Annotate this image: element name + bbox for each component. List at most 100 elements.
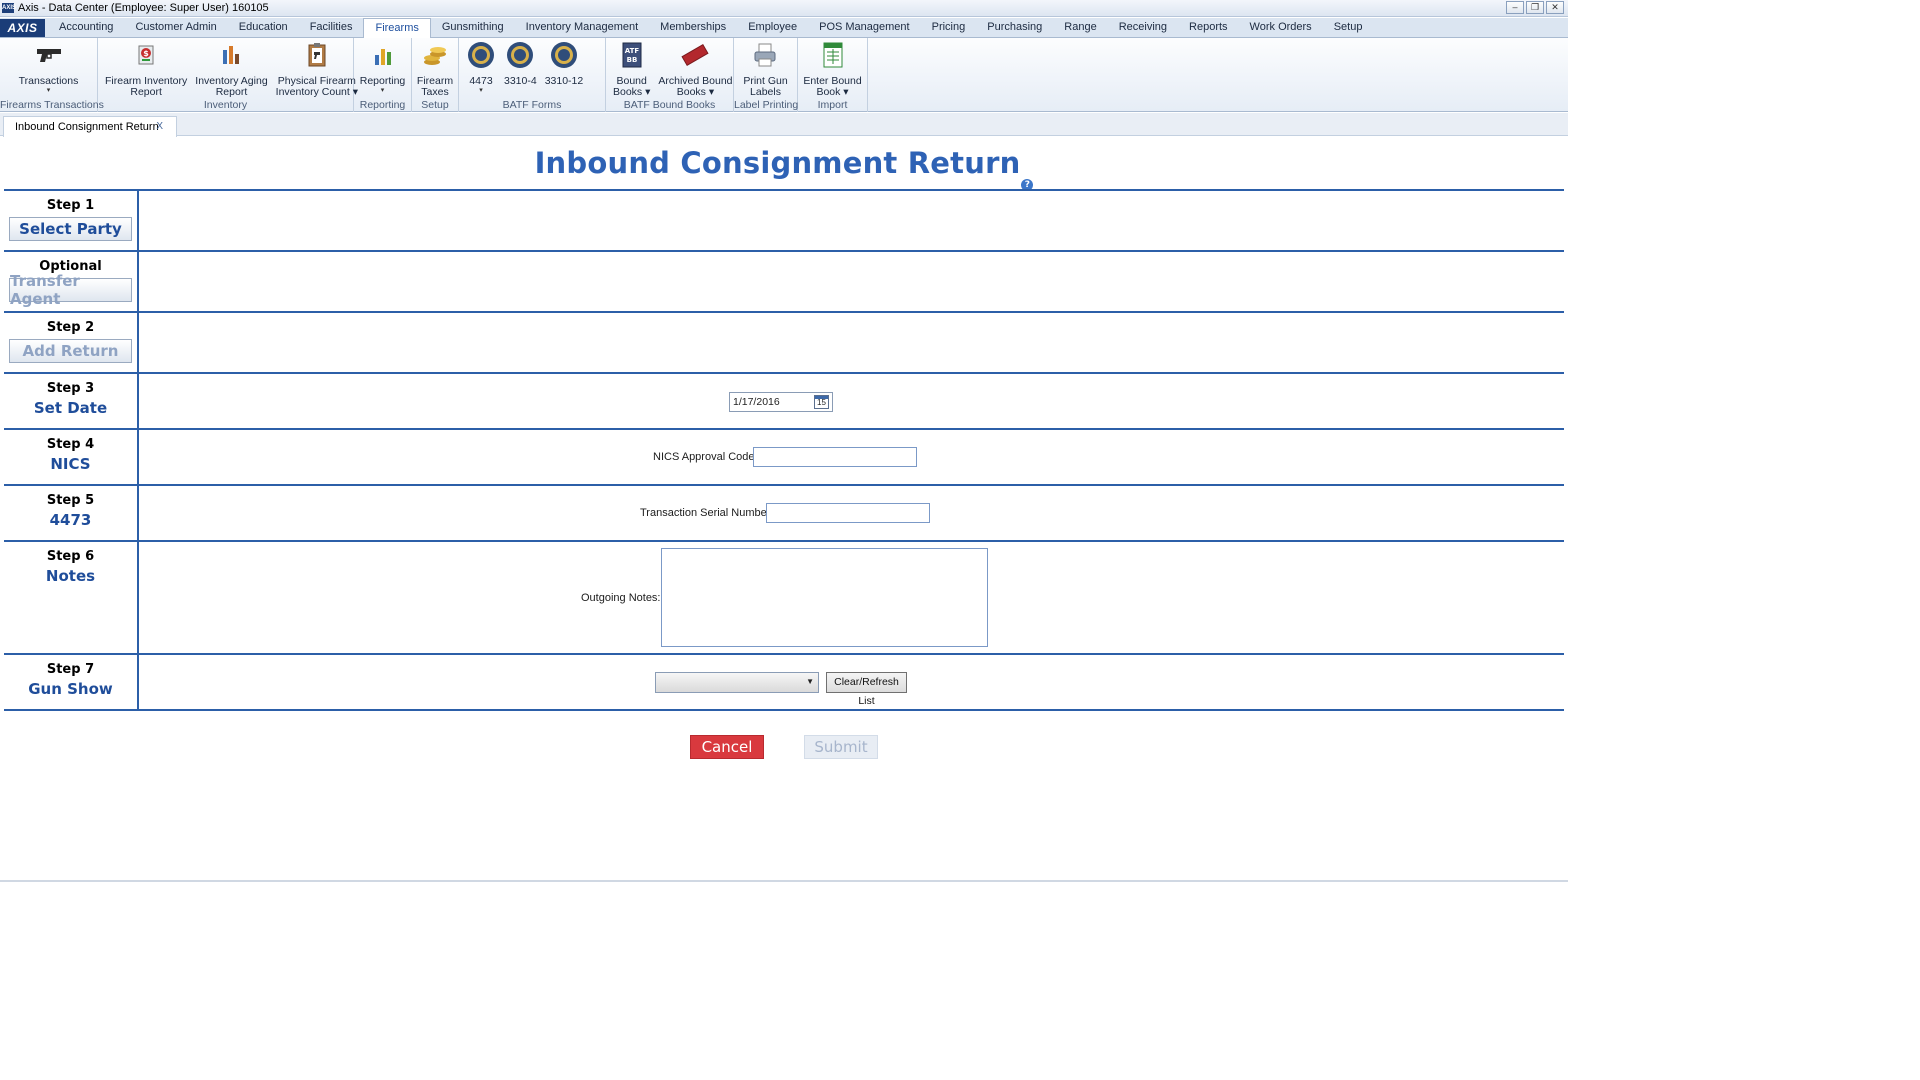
- close-window-button[interactable]: ✕: [1546, 1, 1564, 14]
- chevron-down-icon: ▼: [806, 677, 814, 686]
- ribbon: Transactions ▾ Firearms Transactions $ F…: [0, 38, 1568, 112]
- step-number: Step 2: [46, 320, 95, 335]
- step-number: Step 3: [46, 381, 95, 396]
- form-4473-button[interactable]: 4473 ▾: [462, 40, 500, 95]
- tab-gunsmithing[interactable]: Gunsmithing: [431, 18, 515, 37]
- page-title-text: Inbound Consignment Return: [534, 146, 1021, 180]
- cancel-button[interactable]: Cancel: [690, 735, 764, 759]
- step-name: Notes: [45, 567, 96, 585]
- step-header: Step 5 4473: [4, 486, 139, 540]
- tab-firearms[interactable]: Firearms: [363, 18, 431, 38]
- chevron-down-icon: ▾: [380, 87, 385, 94]
- step-number: Step 7: [46, 662, 95, 677]
- tab-setup[interactable]: Setup: [1323, 18, 1374, 37]
- page-title: Inbound Consignment Return?: [0, 146, 1568, 191]
- ribbon-group-label-printing: Print Gun Labels Label Printing: [734, 38, 798, 112]
- step-row-notes: Step 6 Notes Outgoing Notes:: [4, 542, 1564, 655]
- tab-customer-admin[interactable]: Customer Admin: [124, 18, 227, 37]
- step-content: NICS Approval Code:: [139, 430, 1564, 484]
- tab-employee[interactable]: Employee: [737, 18, 808, 37]
- reporting-button[interactable]: Reporting ▾: [356, 40, 410, 95]
- nics-approval-code-input[interactable]: [753, 447, 917, 467]
- ribbon-group-label: Import: [817, 99, 848, 111]
- clear-refresh-list-button[interactable]: Clear/Refresh List: [826, 672, 907, 707]
- close-tab-icon[interactable]: X: [156, 117, 163, 137]
- step-content: 1/17/2016 15: [139, 374, 1564, 428]
- step-row-transfer-agent: Optional Transfer Agent: [4, 252, 1564, 313]
- step-content: ▼ Clear/Refresh List: [139, 655, 1564, 709]
- date-picker-input[interactable]: 1/17/2016 15: [729, 392, 833, 412]
- document-tab-strip: Inbound Consignment Return X: [0, 113, 1568, 137]
- bound-books-line2: Books ▾: [613, 86, 651, 98]
- axis-menu-logo[interactable]: AXIS: [0, 19, 45, 37]
- tab-pricing[interactable]: Pricing: [921, 18, 977, 37]
- step-content: [139, 313, 1564, 372]
- step-content: Transaction Serial Number:: [139, 486, 1564, 540]
- tab-education[interactable]: Education: [228, 18, 299, 37]
- bound-books-button[interactable]: ATF BB Bound Books ▾: [609, 40, 654, 98]
- archived-bound-books-button[interactable]: Archived Bound Books ▾: [654, 40, 736, 98]
- select-party-button[interactable]: Select Party: [9, 217, 132, 241]
- outgoing-notes-textarea[interactable]: [661, 548, 988, 647]
- ribbon-group-batf-bound-books: ATF BB Bound Books ▾ Archived Bound Books…: [606, 38, 734, 112]
- window-title: Axis - Data Center (Employee: Super User…: [18, 2, 269, 14]
- inventory-aging-report-line2: Report: [215, 86, 248, 98]
- firearm-taxes-line2: Taxes: [421, 86, 449, 98]
- restore-button[interactable]: ❐: [1526, 1, 1544, 14]
- tab-purchasing[interactable]: Purchasing: [976, 18, 1053, 37]
- step-header: Step 1 Select Party: [4, 191, 139, 250]
- firearm-inventory-report-line2: Report: [130, 86, 162, 98]
- physical-firearm-inventory-count-button[interactable]: Physical Firearm Inventory Count ▾: [272, 40, 362, 98]
- tab-memberships[interactable]: Memberships: [649, 18, 737, 37]
- tab-facilities[interactable]: Facilities: [299, 18, 364, 37]
- inventory-aging-report-button[interactable]: Inventory Aging Report: [191, 40, 271, 98]
- tab-receiving[interactable]: Receiving: [1108, 18, 1178, 37]
- print-gun-labels-button[interactable]: Print Gun Labels: [739, 40, 791, 98]
- tab-reports[interactable]: Reports: [1178, 18, 1239, 37]
- tab-inventory-management[interactable]: Inventory Management: [515, 18, 650, 37]
- archived-bound-books-line2: Books ▾: [676, 86, 715, 98]
- calendar-icon[interactable]: 15: [814, 395, 829, 409]
- doc-tab-label: Inbound Consignment Return: [15, 121, 159, 133]
- spreadsheet-icon: [818, 40, 848, 70]
- svg-text:$: $: [143, 49, 149, 58]
- svg-text:BB: BB: [626, 56, 637, 64]
- step-name: NICS: [50, 455, 91, 473]
- firearm-inventory-report-button[interactable]: $ Firearm Inventory Report: [101, 40, 191, 98]
- transfer-agent-button[interactable]: Transfer Agent: [9, 272, 132, 308]
- step-content: [139, 252, 1564, 311]
- date-value: 1/17/2016: [733, 396, 780, 408]
- step-name: Set Date: [33, 399, 108, 417]
- ribbon-group-label: BATF Bound Books: [623, 99, 716, 111]
- form-3310-4-button[interactable]: 3310-4: [500, 40, 541, 87]
- firearm-taxes-button[interactable]: Firearm Taxes: [413, 40, 457, 98]
- step-header: Step 2 Add Return: [4, 313, 139, 372]
- transaction-serial-number-input[interactable]: [766, 503, 930, 523]
- ribbon-group-import: Enter Bound Book ▾ Import: [798, 38, 868, 112]
- doc-tab-inbound-consignment-return[interactable]: Inbound Consignment Return X: [3, 116, 177, 137]
- step-name: 4473: [49, 511, 92, 529]
- form-3310-12-label: 3310-12: [544, 75, 584, 87]
- ribbon-group-label: Setup: [421, 99, 449, 111]
- window-title-bar: AXIS Axis - Data Center (Employee: Super…: [0, 0, 1568, 17]
- seal-icon: [549, 40, 579, 70]
- tab-accounting[interactable]: Accounting: [48, 18, 124, 37]
- tab-pos-management[interactable]: POS Management: [808, 18, 921, 37]
- clipboard-icon: [302, 40, 332, 70]
- tab-range[interactable]: Range: [1053, 18, 1107, 37]
- ribbon-group-batf-forms: 4473 ▾ 3310-4 3310-12 BATF Forms: [459, 38, 606, 112]
- step-header: Step 4 NICS: [4, 430, 139, 484]
- aging-report-icon: [216, 40, 246, 70]
- enter-bound-book-button[interactable]: Enter Bound Book ▾: [799, 40, 865, 98]
- archived-stamp-icon: [680, 40, 710, 70]
- transactions-button[interactable]: Transactions ▾: [15, 40, 83, 95]
- add-return-button[interactable]: Add Return: [9, 339, 132, 363]
- step-header: Optional Transfer Agent: [4, 252, 139, 311]
- step-number: Step 1: [46, 198, 95, 213]
- minimize-button[interactable]: –: [1506, 1, 1524, 14]
- step-header: Step 7 Gun Show: [4, 655, 139, 709]
- tab-work-orders[interactable]: Work Orders: [1239, 18, 1323, 37]
- submit-button[interactable]: Submit: [804, 735, 878, 759]
- gun-show-dropdown[interactable]: ▼: [655, 672, 819, 693]
- form-3310-12-button[interactable]: 3310-12: [541, 40, 588, 87]
